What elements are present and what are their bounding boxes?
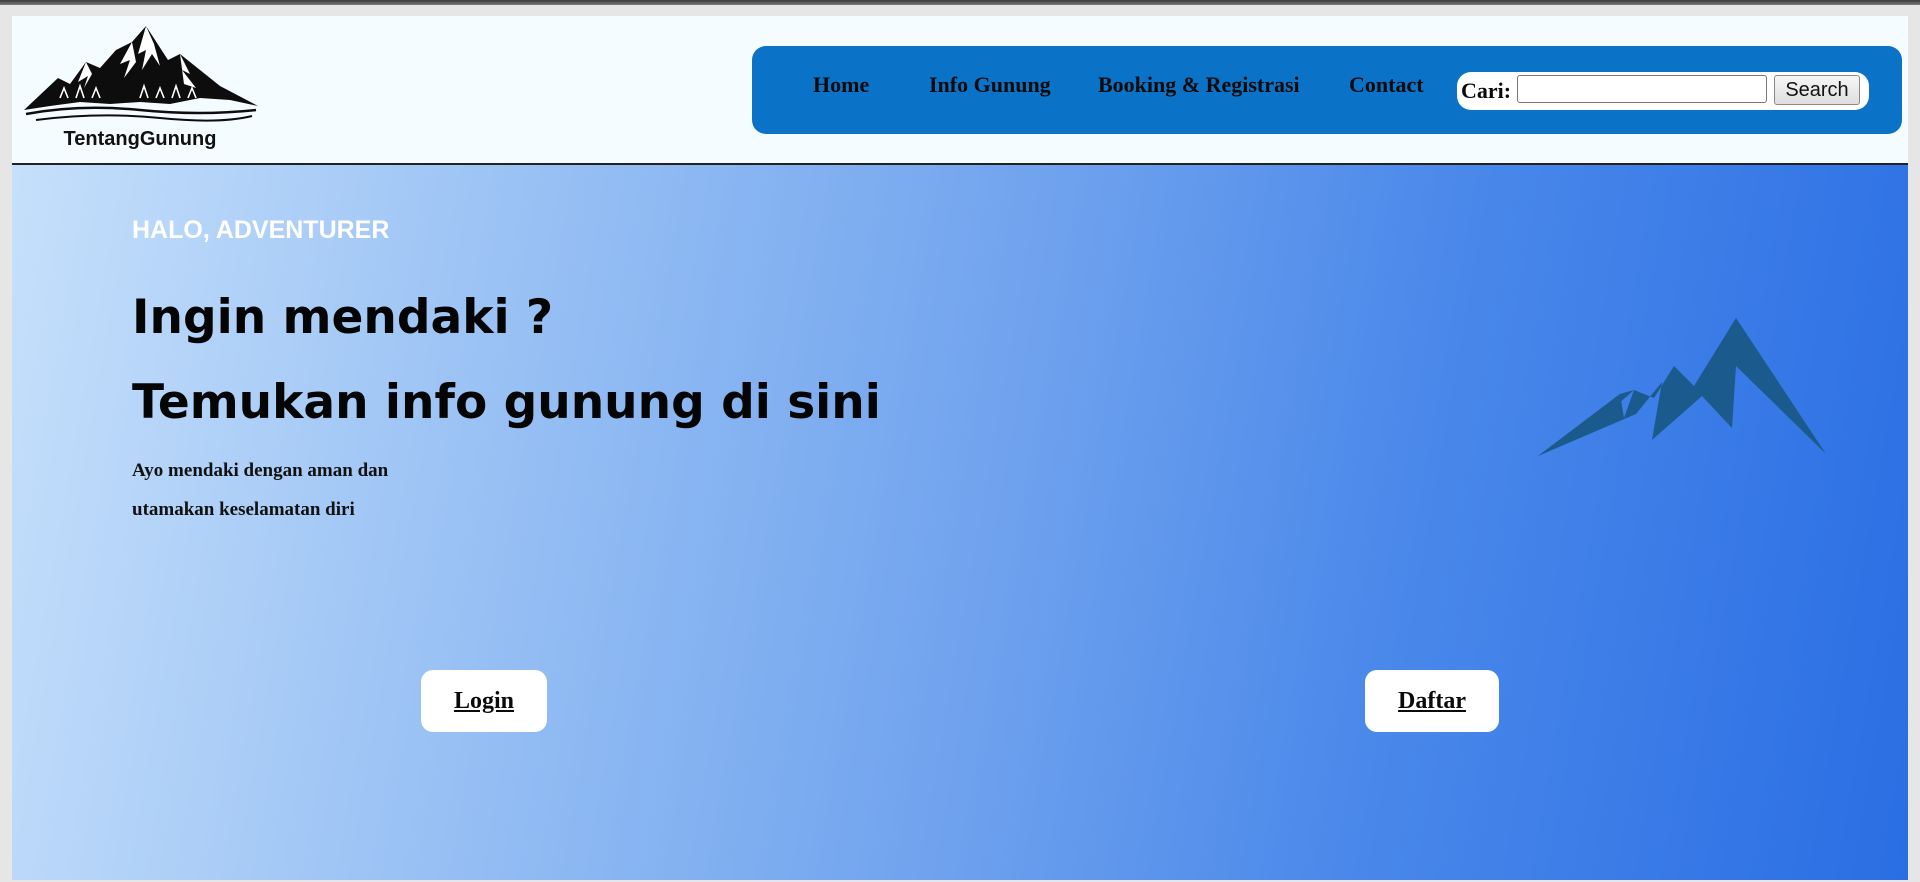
nav-info-gunung[interactable]: Info Gunung <box>929 72 1051 98</box>
nav-contact[interactable]: Contact <box>1349 72 1424 98</box>
search-label: Cari: <box>1461 78 1512 103</box>
logo-text: TentangGunung <box>63 128 217 150</box>
hero-subtext-1: Ayo mendaki dengan aman dan <box>132 460 389 481</box>
mountain-icon <box>1538 318 1826 456</box>
register-button[interactable]: Daftar <box>1365 670 1499 732</box>
mountain-logo-icon <box>24 26 258 122</box>
hero-section: HALO, ADVENTURER Ingin mendaki ? Temukan… <box>12 165 1908 880</box>
hero-headline-1: Ingin mendaki ? <box>132 290 554 345</box>
window-top-bar <box>0 0 1920 5</box>
site-header: TentangGunung Home Info Gunung Booking &… <box>12 16 1908 165</box>
site-logo[interactable]: TentangGunung <box>20 24 260 159</box>
hero-greeting: HALO, ADVENTURER <box>132 216 390 244</box>
hero-subtext-2: utamakan keselamatan diri <box>132 499 355 520</box>
nav-home[interactable]: Home <box>813 72 869 98</box>
login-button[interactable]: Login <box>421 670 547 732</box>
nav-booking-registrasi[interactable]: Booking & Registrasi <box>1098 72 1300 98</box>
main-navigation: Home Info Gunung Booking & Registrasi Co… <box>752 46 1902 134</box>
search-input[interactable] <box>1517 75 1767 103</box>
search-form: Cari: Search <box>1457 72 1869 110</box>
search-button[interactable]: Search <box>1774 75 1860 105</box>
hero-headline-2: Temukan info gunung di sini <box>132 375 881 430</box>
page: TentangGunung Home Info Gunung Booking &… <box>12 16 1908 880</box>
